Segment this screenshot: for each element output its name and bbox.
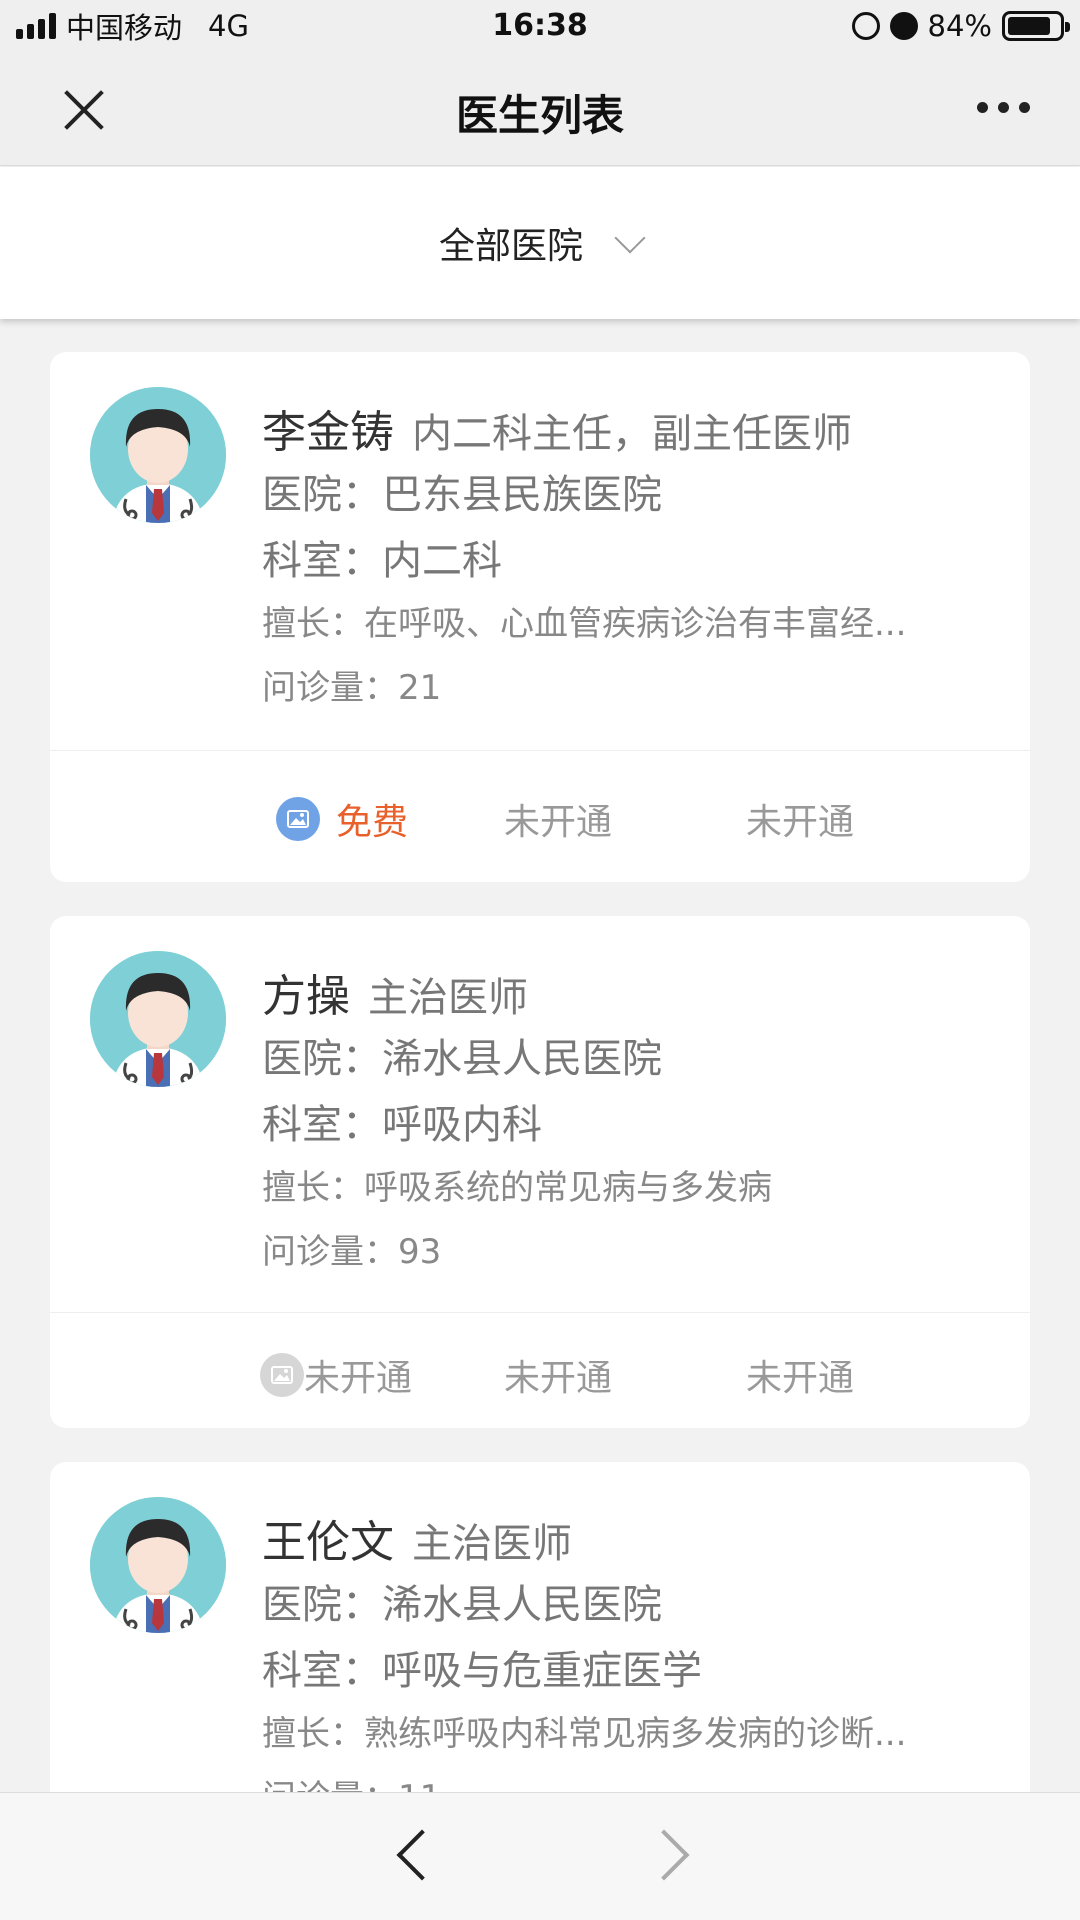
browser-toolbar bbox=[0, 1792, 1080, 1920]
consult-options: 未开通 未开通 未开通 bbox=[50, 1312, 1030, 1428]
doctor-hospital: 医院：巴东县民族医院 bbox=[262, 472, 662, 518]
doctor-card[interactable]: 方操 主治医师 医院：浠水县人民医院 科室：呼吸内科 擅长：呼吸系统的常见病与多发… bbox=[50, 916, 1030, 1428]
doctor-hospital: 医院：浠水县人民医院 bbox=[262, 1582, 662, 1628]
nav-bar: 医生列表 bbox=[0, 52, 1080, 166]
alarm-icon bbox=[889, 12, 918, 40]
filter-label: 全部医院 bbox=[438, 226, 583, 267]
video-consult-label: 未开通 bbox=[746, 1358, 855, 1399]
doctor-avatar bbox=[90, 1497, 226, 1633]
image-consult-button[interactable]: 免费 bbox=[276, 793, 408, 845]
image-icon bbox=[260, 1353, 304, 1397]
doctor-name: 方操 bbox=[262, 971, 350, 1022]
doctor-card[interactable]: 王伦文 主治医师 医院：浠水县人民医院 科室：呼吸与危重症医学 擅长：熟练呼吸内科… bbox=[50, 1462, 1030, 1792]
status-bar: 中国移动 4G 16:38 84% bbox=[0, 0, 1080, 52]
video-consult-button[interactable]: 未开通 bbox=[746, 793, 854, 845]
doctor-title: 主治医师 bbox=[368, 975, 528, 1021]
doctor-consultations: 问诊量：21 bbox=[262, 668, 442, 708]
back-arrow-icon[interactable] bbox=[396, 1829, 448, 1881]
doctor-consultations: 问诊量：11 bbox=[262, 1770, 441, 1792]
battery-icon bbox=[1002, 11, 1070, 41]
doctor-department: 科室：内二科 bbox=[262, 538, 502, 584]
orientation-lock-icon bbox=[851, 12, 880, 40]
doctor-list: 李金铸 内二科主任，副主任医师 医院：巴东县民族医院 科室：内二科 擅长：在呼吸、… bbox=[50, 352, 1030, 1792]
forward-arrow-icon[interactable] bbox=[638, 1829, 690, 1881]
doctor-consultations: 问诊量：93 bbox=[262, 1232, 442, 1272]
doctor-department: 科室：呼吸内科 bbox=[262, 1102, 542, 1148]
phone-consult-label: 未开通 bbox=[504, 802, 613, 843]
page-title: 医生列表 bbox=[455, 91, 624, 140]
doctor-avatar bbox=[90, 951, 226, 1087]
status-right: 84% bbox=[851, 8, 1070, 44]
doctor-specialty: 擅长：呼吸系统的常见病与多发病 bbox=[262, 1168, 772, 1208]
doctor-title: 主治医师 bbox=[412, 1521, 572, 1567]
doctor-department: 科室：呼吸与危重症医学 bbox=[262, 1648, 702, 1694]
phone-consult-button[interactable]: 未开通 bbox=[504, 793, 612, 845]
doctor-name: 王伦文 bbox=[262, 1517, 394, 1568]
battery-percent: 84% bbox=[927, 9, 992, 43]
image-consult-label: 未开通 bbox=[304, 1358, 413, 1399]
consult-options: 免费 未开通 未开通 bbox=[50, 750, 1030, 882]
image-consult-label: 免费 bbox=[336, 802, 409, 843]
doctor-name: 李金铸 bbox=[262, 407, 394, 458]
video-consult-button[interactable]: 未开通 bbox=[746, 1349, 854, 1401]
doctor-card[interactable]: 李金铸 内二科主任，副主任医师 医院：巴东县民族医院 科室：内二科 擅长：在呼吸、… bbox=[50, 352, 1030, 882]
doctor-title: 内二科主任，副主任医师 bbox=[412, 411, 852, 457]
doctor-specialty: 擅长：熟练呼吸内科常见病多发病的诊断... bbox=[262, 1714, 907, 1754]
image-icon bbox=[276, 797, 320, 841]
hospital-filter[interactable]: 全部医院 bbox=[0, 167, 1080, 319]
phone-consult-label: 未开通 bbox=[504, 1358, 613, 1399]
image-consult-button[interactable]: 未开通 bbox=[260, 1349, 412, 1401]
chevron-down-icon bbox=[614, 222, 646, 254]
doctor-hospital: 医院：浠水县人民医院 bbox=[262, 1036, 662, 1082]
doctor-specialty: 擅长：在呼吸、心血管疾病诊治有丰富经... bbox=[262, 604, 907, 644]
phone-consult-button[interactable]: 未开通 bbox=[504, 1349, 612, 1401]
video-consult-label: 未开通 bbox=[746, 802, 855, 843]
doctor-avatar bbox=[90, 387, 226, 523]
more-icon[interactable] bbox=[977, 102, 1030, 113]
